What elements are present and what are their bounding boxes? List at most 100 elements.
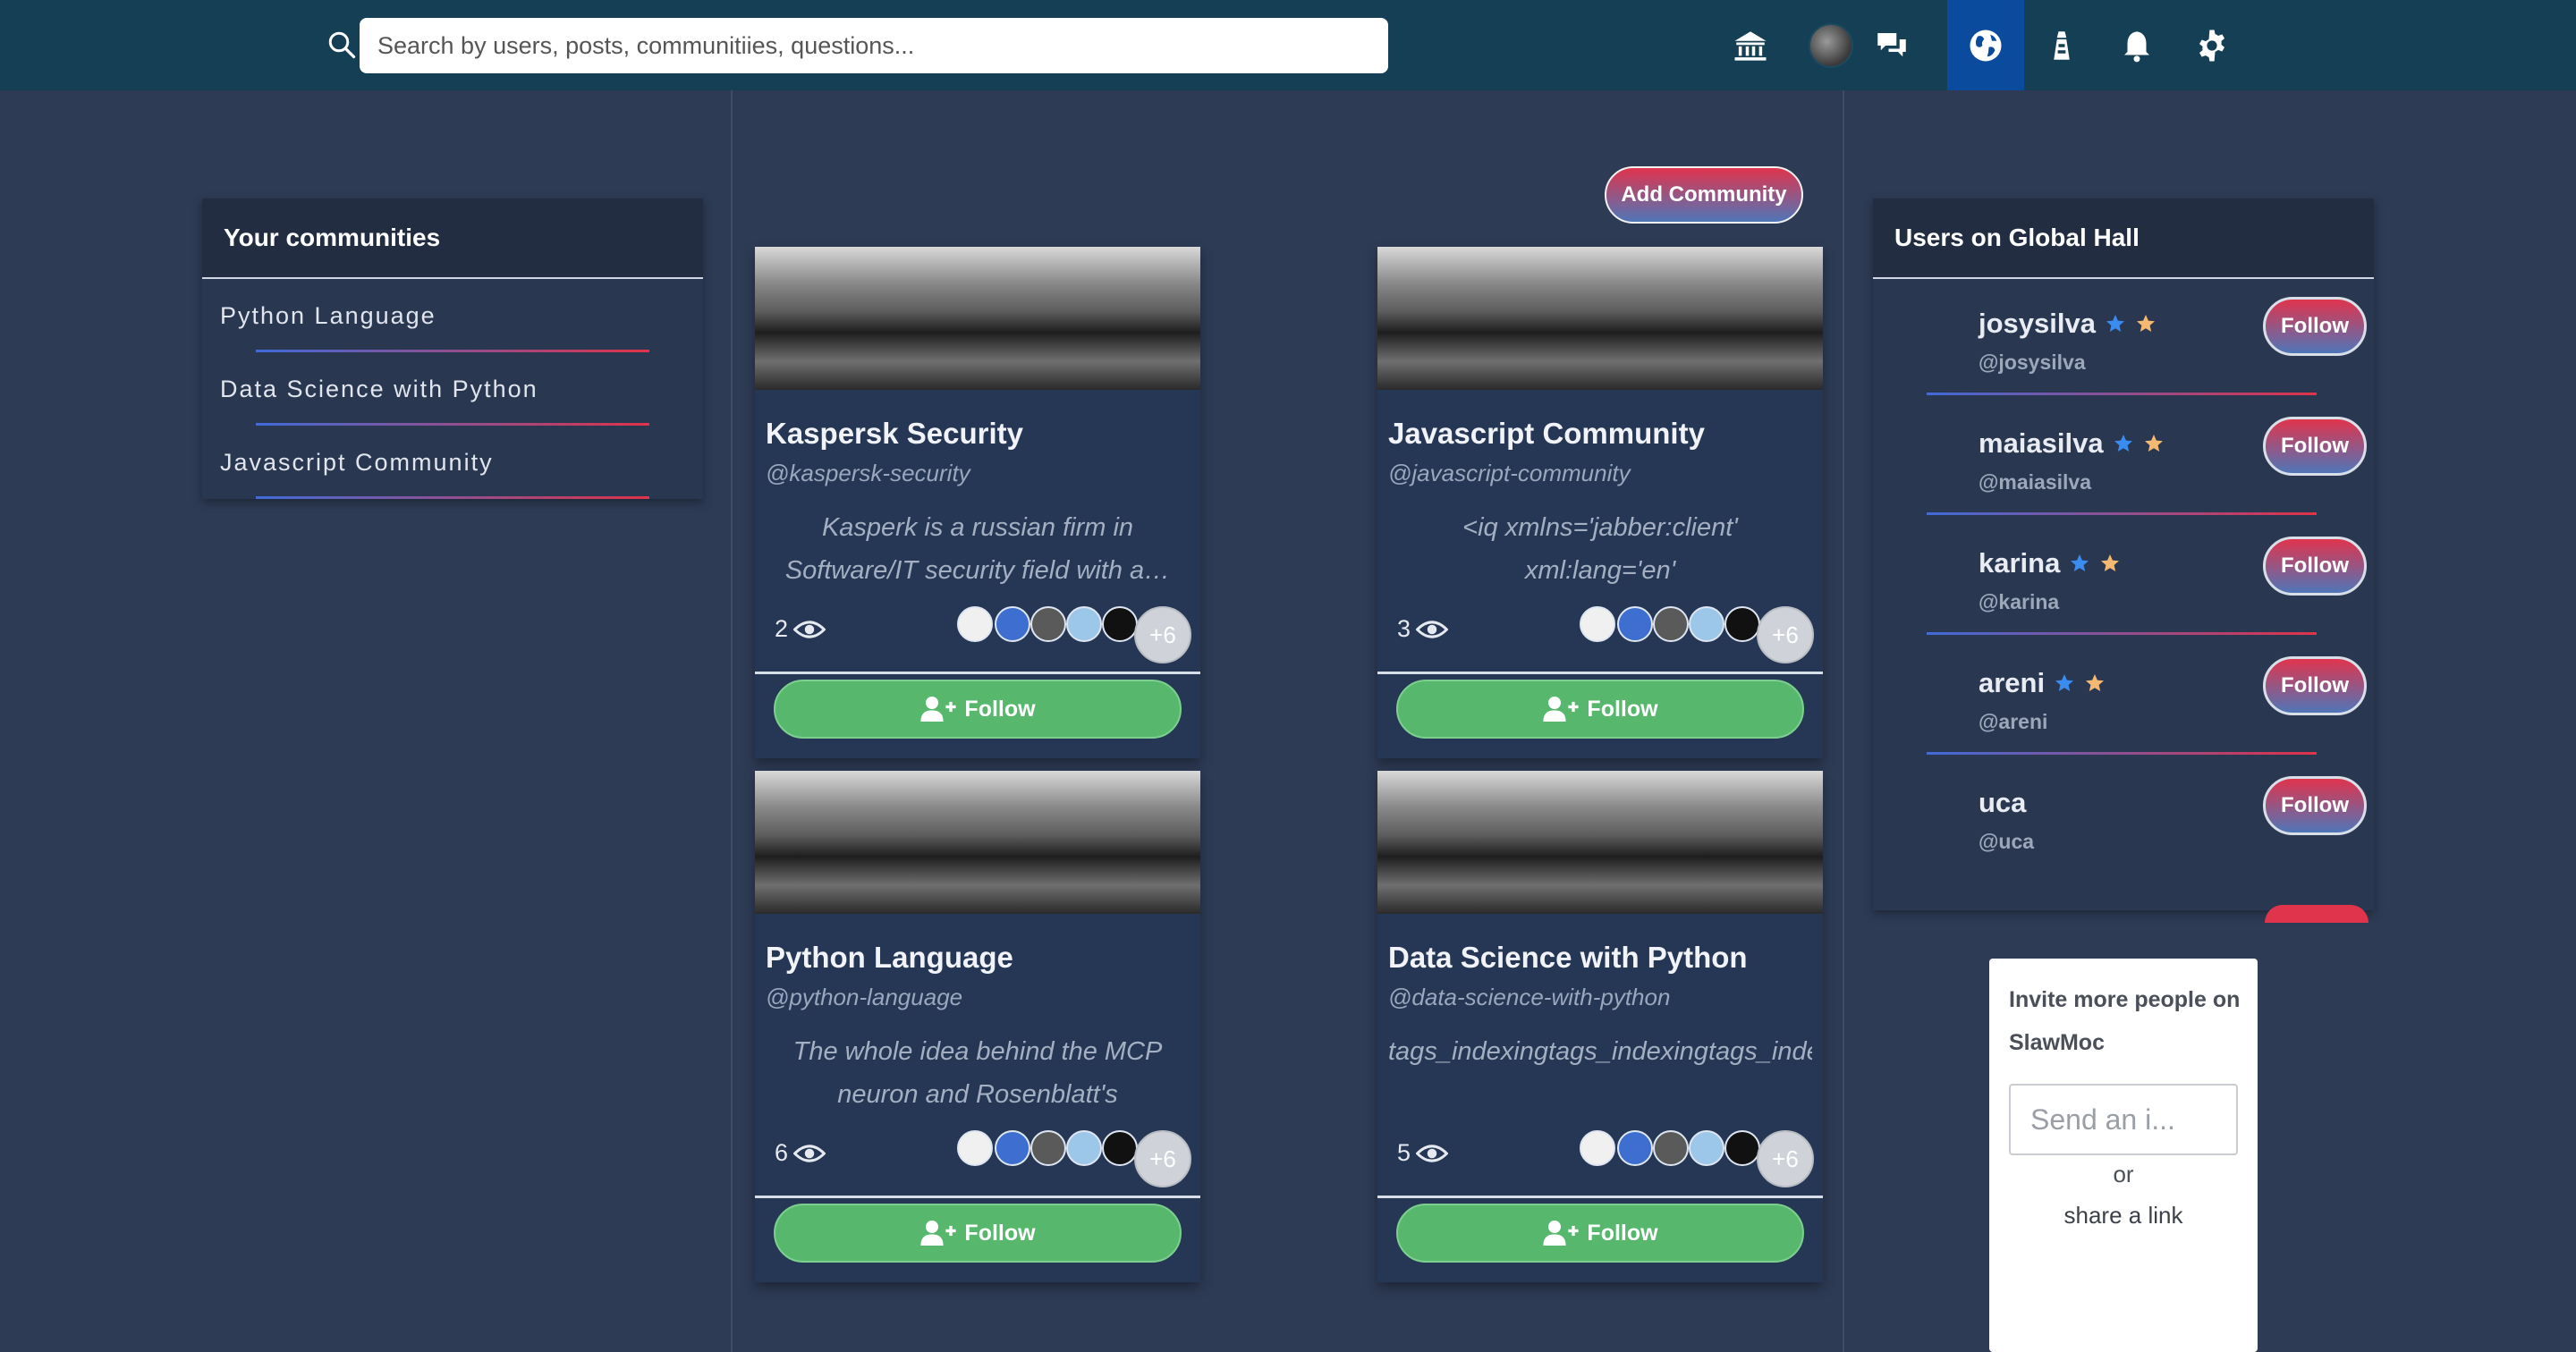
blue-star-icon bbox=[2055, 674, 2074, 691]
community-cover-image bbox=[1377, 247, 1823, 390]
user-name[interactable]: karina bbox=[1979, 547, 2121, 579]
invite-title: Invite more people on SlawMoc bbox=[2009, 987, 2241, 1055]
member-avatar bbox=[1689, 606, 1724, 642]
community-card[interactable]: Javascript Community @javascript-communi… bbox=[1377, 247, 1823, 758]
community-handle: @python-language bbox=[766, 984, 963, 1010]
search-input[interactable] bbox=[360, 18, 1388, 73]
search-icon bbox=[328, 31, 356, 59]
user-name[interactable]: areni bbox=[1979, 667, 2106, 699]
user-row: uca @uca Follow bbox=[1873, 776, 2374, 907]
follow-label: Follow bbox=[1587, 696, 1658, 722]
follow-community-button[interactable]: Follow bbox=[774, 1204, 1182, 1263]
more-members-badge[interactable]: +6 bbox=[1134, 1130, 1191, 1187]
community-card[interactable]: Data Science with Python @data-science-w… bbox=[1377, 771, 1823, 1282]
card-divider bbox=[755, 672, 1200, 674]
user-plus-icon bbox=[920, 1221, 957, 1246]
blue-star-icon bbox=[2071, 554, 2089, 571]
user-handle: @karina bbox=[1979, 590, 2060, 613]
member-avatar bbox=[1580, 1130, 1615, 1166]
view-count: 6 bbox=[775, 1139, 826, 1167]
user-row: maiasilva @maiasilva Follow bbox=[1873, 417, 2374, 547]
community-handle: @javascript-community bbox=[1388, 460, 1631, 486]
user-name[interactable]: maiasilva bbox=[1979, 427, 2165, 460]
more-members-badge[interactable]: +6 bbox=[1757, 606, 1814, 663]
community-description: The whole idea behind the MCP neuron and… bbox=[792, 1037, 1163, 1109]
user-row: karina @karina Follow bbox=[1873, 537, 2374, 667]
member-avatar bbox=[1724, 1130, 1760, 1166]
orange-star-icon bbox=[2136, 315, 2155, 332]
orange-star-icon bbox=[2144, 435, 2163, 452]
panel-header: Your communities bbox=[202, 199, 703, 279]
member-avatar bbox=[957, 606, 993, 642]
community-description: <iq xmlns='jabber:client' xml:lang='en' … bbox=[1462, 513, 1738, 585]
follow-community-button[interactable]: Follow bbox=[1396, 1204, 1804, 1263]
bank-icon[interactable] bbox=[1712, 0, 1789, 90]
follow-user-button[interactable]: Follow bbox=[2263, 656, 2367, 715]
follow-label: Follow bbox=[964, 1220, 1036, 1246]
share-link[interactable]: share a link bbox=[1989, 1202, 2258, 1229]
view-count: 3 bbox=[1397, 615, 1449, 643]
community-link[interactable]: Python Language bbox=[202, 279, 703, 352]
member-avatars: +6 bbox=[1580, 601, 1821, 663]
view-count-value: 3 bbox=[1397, 615, 1411, 642]
member-avatars: +6 bbox=[957, 601, 1199, 663]
add-community-button[interactable]: Add Community bbox=[1605, 166, 1803, 224]
invite-panel: Invite more people on SlawMoc or share a… bbox=[1989, 959, 2258, 1352]
community-handle: @data-science-with-python bbox=[1388, 984, 1671, 1010]
eye-icon bbox=[1416, 620, 1449, 638]
community-link-label: Python Language bbox=[220, 301, 436, 329]
blue-star-icon bbox=[2114, 435, 2132, 452]
more-members-badge[interactable]: +6 bbox=[1134, 606, 1191, 663]
follow-community-button[interactable]: Follow bbox=[774, 680, 1182, 739]
view-count-value: 6 bbox=[775, 1139, 789, 1166]
community-description: tags_indexingtags_indexingtags_indexingt… bbox=[1388, 1037, 1812, 1066]
globe-icon[interactable] bbox=[1947, 0, 2024, 90]
gear-icon[interactable] bbox=[2174, 0, 2250, 90]
user-divider bbox=[1927, 512, 2317, 515]
follow-user-button[interactable]: Follow bbox=[2263, 417, 2367, 476]
link-underline bbox=[256, 496, 649, 499]
global-hall-users-panel: Users on Global Hall josysilva @josysilv… bbox=[1873, 199, 2374, 910]
community-title[interactable]: Kaspersk Security bbox=[766, 417, 1023, 451]
community-link[interactable]: Javascript Community bbox=[202, 426, 703, 499]
your-communities-panel: Your communities Python Language Data Sc… bbox=[202, 199, 703, 499]
member-avatar bbox=[1102, 1130, 1138, 1166]
right-divider bbox=[1843, 90, 1844, 1352]
user-avatar[interactable] bbox=[1809, 23, 1853, 68]
follow-user-button-partial[interactable] bbox=[2265, 905, 2368, 923]
orange-star-icon bbox=[2101, 554, 2120, 571]
community-description: Kasperk is a russian firm in Software/IT… bbox=[784, 513, 1171, 585]
left-divider bbox=[731, 90, 733, 1352]
community-card[interactable]: Kaspersk Security @kaspersk-security Kas… bbox=[755, 247, 1200, 758]
invite-email-input[interactable] bbox=[2009, 1084, 2238, 1155]
follow-user-button[interactable]: Follow bbox=[2263, 537, 2367, 596]
user-divider bbox=[1927, 393, 2317, 395]
more-members-badge[interactable]: +6 bbox=[1757, 1130, 1814, 1187]
chat-icon[interactable] bbox=[1853, 0, 1930, 90]
community-title[interactable]: Javascript Community bbox=[1388, 417, 1705, 451]
member-avatar bbox=[1066, 606, 1102, 642]
user-name[interactable]: uca bbox=[1979, 787, 2026, 819]
user-plus-icon bbox=[1543, 697, 1580, 722]
bell-icon[interactable] bbox=[2098, 0, 2175, 90]
community-title[interactable]: Data Science with Python bbox=[1388, 941, 1748, 975]
card-divider bbox=[755, 1196, 1200, 1198]
member-avatar bbox=[1066, 1130, 1102, 1166]
community-handle: @kaspersk-security bbox=[766, 460, 970, 486]
community-link[interactable]: Data Science with Python bbox=[202, 352, 703, 426]
lighthouse-icon[interactable] bbox=[2023, 0, 2100, 90]
view-count: 2 bbox=[775, 615, 826, 643]
community-card[interactable]: Python Language @python-language The who… bbox=[755, 771, 1200, 1282]
user-row: josysilva @josysilva Follow bbox=[1873, 297, 2374, 427]
community-link-label: Data Science with Python bbox=[220, 375, 538, 402]
top-navbar bbox=[0, 0, 2576, 90]
eye-icon bbox=[793, 1144, 826, 1162]
follow-community-button[interactable]: Follow bbox=[1396, 680, 1804, 739]
user-name[interactable]: josysilva bbox=[1979, 308, 2157, 340]
member-avatar bbox=[995, 1130, 1030, 1166]
community-title[interactable]: Python Language bbox=[766, 941, 1013, 975]
follow-user-button[interactable]: Follow bbox=[2263, 776, 2367, 835]
user-plus-icon bbox=[920, 697, 957, 722]
follow-user-button[interactable]: Follow bbox=[2263, 297, 2367, 356]
member-avatar bbox=[1617, 606, 1653, 642]
